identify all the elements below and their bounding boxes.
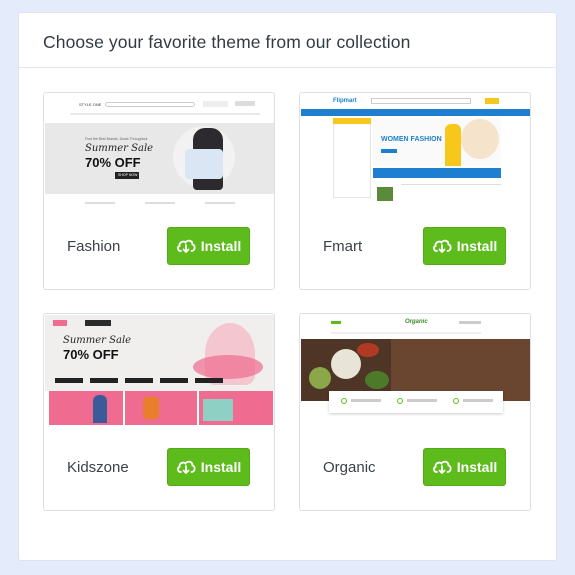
theme-card-kidszone: Summer Sale 70% OFF Kidszone Install [43,313,275,511]
preview-discount: 70% OFF [63,347,119,362]
theme-card-fashion: STYLE ONE Find the Best Brands. Deals Th… [43,92,275,290]
theme-card-organic: Organic Organic Install [299,313,531,511]
theme-panel: Choose your favorite theme from our coll… [19,13,556,560]
preview-headline: Summer Sale [85,143,154,154]
theme-name: Kidszone [67,459,129,476]
install-button-fmart[interactable]: Install [423,227,506,265]
theme-name: Fmart [323,238,363,255]
install-label: Install [456,238,498,254]
theme-preview-kidszone[interactable]: Summer Sale 70% OFF [45,315,274,426]
cloud-download-icon [176,238,196,254]
preview-headline: Summer Sale [63,335,132,346]
preview-logo: Organic [405,319,428,325]
preview-cta: SHOP NOW [118,173,138,177]
preview-headline: WOMEN FASHION [381,136,442,143]
panel-header: Choose your favorite theme from our coll… [19,13,556,68]
cloud-download-icon [432,459,452,475]
install-label: Install [200,459,242,475]
theme-preview-fashion[interactable]: STYLE ONE Find the Best Brands. Deals Th… [45,94,274,205]
theme-preview-organic[interactable]: Organic [301,315,530,426]
theme-name: Organic [323,459,376,476]
theme-card-fmart: Flipmart WOMEN FASHION Fmart Install [299,92,531,290]
install-label: Install [200,238,242,254]
install-button-organic[interactable]: Install [423,448,506,486]
theme-name: Fashion [67,238,121,255]
install-button-fashion[interactable]: Install [167,227,250,265]
preview-tagline: Find the Best Brands. Deals Throughout [85,137,148,141]
install-label: Install [456,459,498,475]
cloud-download-icon [432,238,452,254]
install-button-kidszone[interactable]: Install [167,448,250,486]
panel-title: Choose your favorite theme from our coll… [43,32,411,52]
cloud-download-icon [176,459,196,475]
preview-logo: Flipmart [333,98,357,104]
theme-preview-fmart[interactable]: Flipmart WOMEN FASHION [301,94,530,205]
preview-logo: STYLE ONE [79,102,102,107]
preview-discount: 70% OFF [85,155,141,170]
